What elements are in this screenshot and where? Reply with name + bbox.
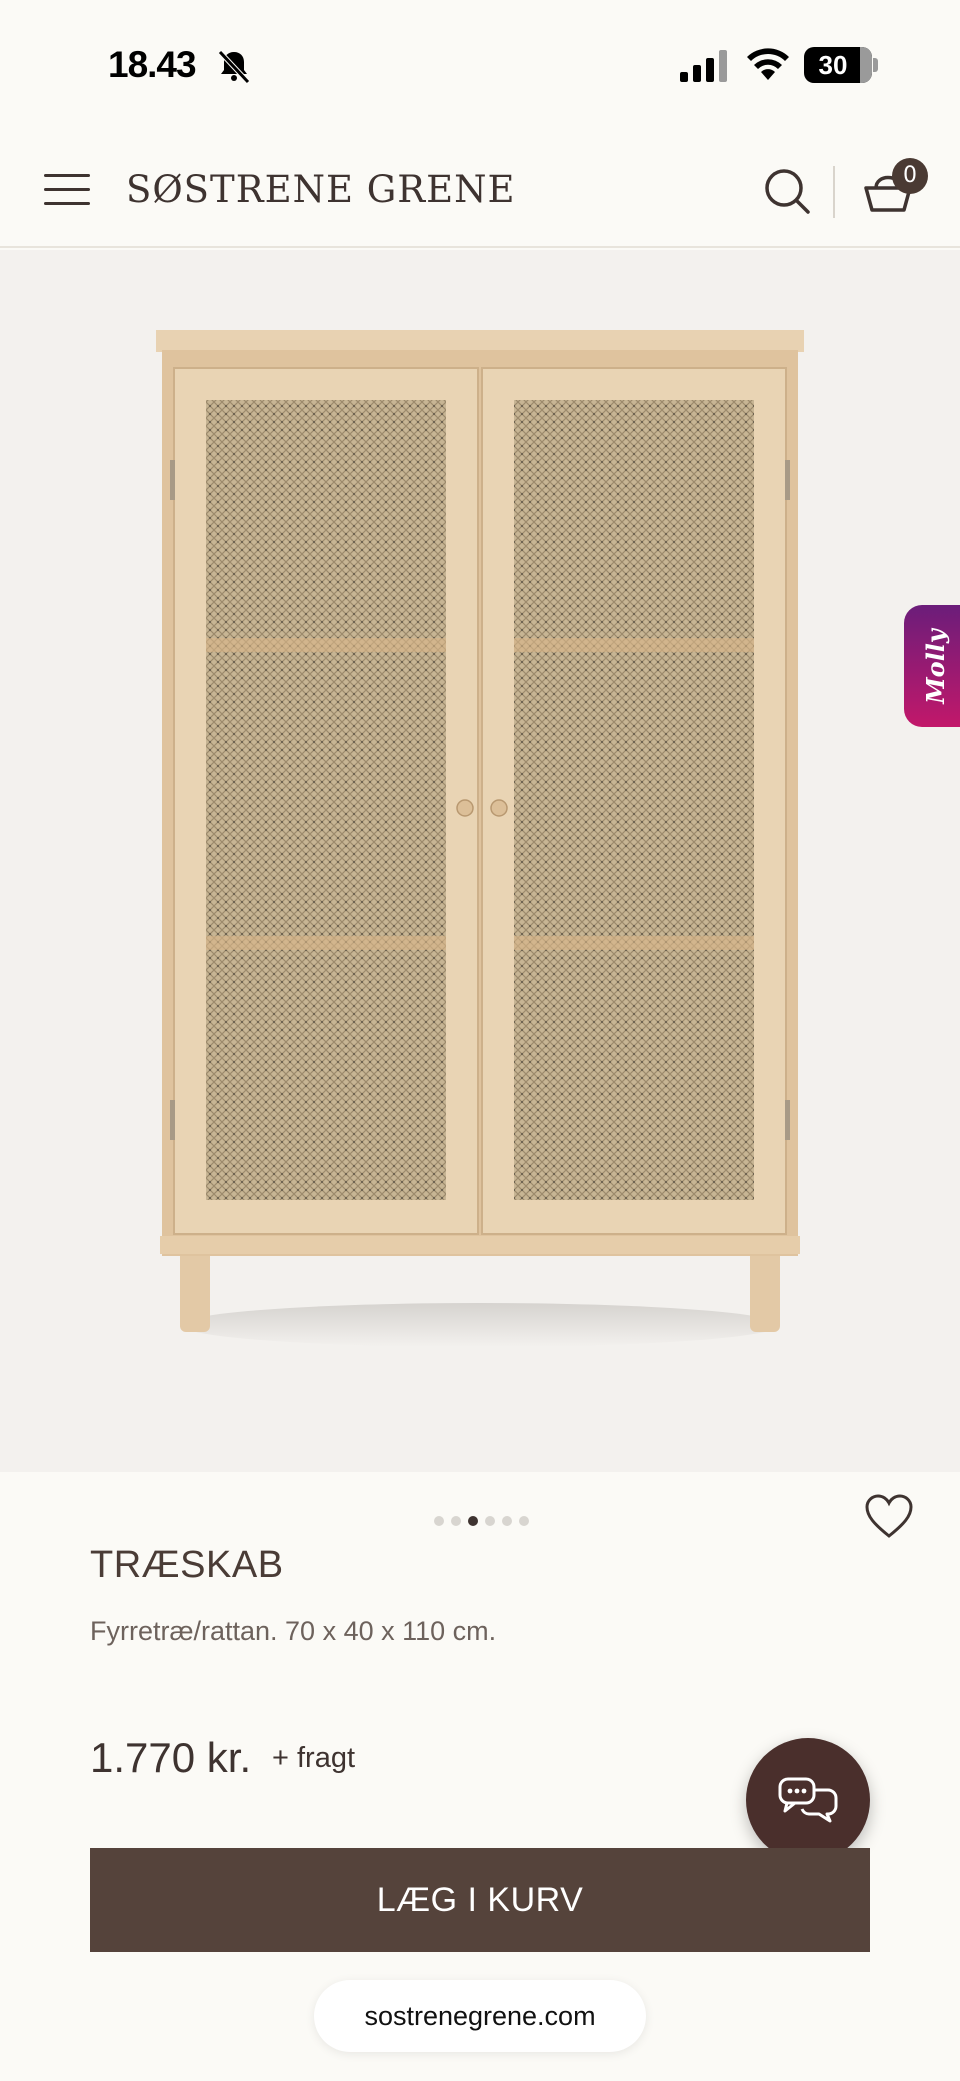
browser-url-bar[interactable]: sostrenegrene.com (314, 1980, 646, 2052)
cart-count-badge: 0 (892, 158, 928, 194)
signal-icon (680, 50, 727, 82)
carousel-dot[interactable] (485, 1516, 495, 1526)
heart-icon[interactable] (864, 1494, 914, 1540)
product-description: Fyrretræ/rattan. 70 x 40 x 110 cm. (90, 1616, 497, 1646)
search-icon[interactable] (762, 166, 812, 216)
molly-label: Molly (920, 628, 950, 704)
carousel-dot[interactable] (519, 1516, 529, 1526)
product-title: TRÆSKAB (90, 1544, 284, 1586)
product-price: 1.770 kr. (90, 1734, 252, 1781)
chat-button[interactable] (746, 1738, 870, 1862)
product-image-gallery[interactable]: Molly (0, 250, 960, 1472)
product-image (156, 330, 804, 1347)
battery-level: 30 (818, 50, 848, 80)
carousel-dot[interactable] (451, 1516, 461, 1526)
status-bar: 18.43 30 (0, 0, 960, 130)
menu-icon[interactable] (44, 174, 90, 206)
carousel-indicator (434, 1516, 529, 1528)
site-header: SØSTRENE GRENE 0 (0, 130, 960, 248)
wifi-icon (747, 48, 789, 80)
shipping-note: + fragt (272, 1742, 356, 1774)
site-logo[interactable]: SØSTRENE GRENE (126, 160, 516, 220)
carousel-dot[interactable] (434, 1516, 444, 1526)
carousel-dot[interactable] (502, 1516, 512, 1526)
chat-bubbles-icon (778, 1777, 838, 1823)
molly-assistant-tab[interactable]: Molly (904, 605, 960, 727)
carousel-dot[interactable] (468, 1516, 478, 1526)
header-divider (833, 166, 835, 218)
status-time: 18.43 (108, 44, 197, 85)
bell-muted-icon (218, 50, 250, 84)
add-to-cart-button[interactable]: LÆG I KURV (90, 1848, 870, 1952)
